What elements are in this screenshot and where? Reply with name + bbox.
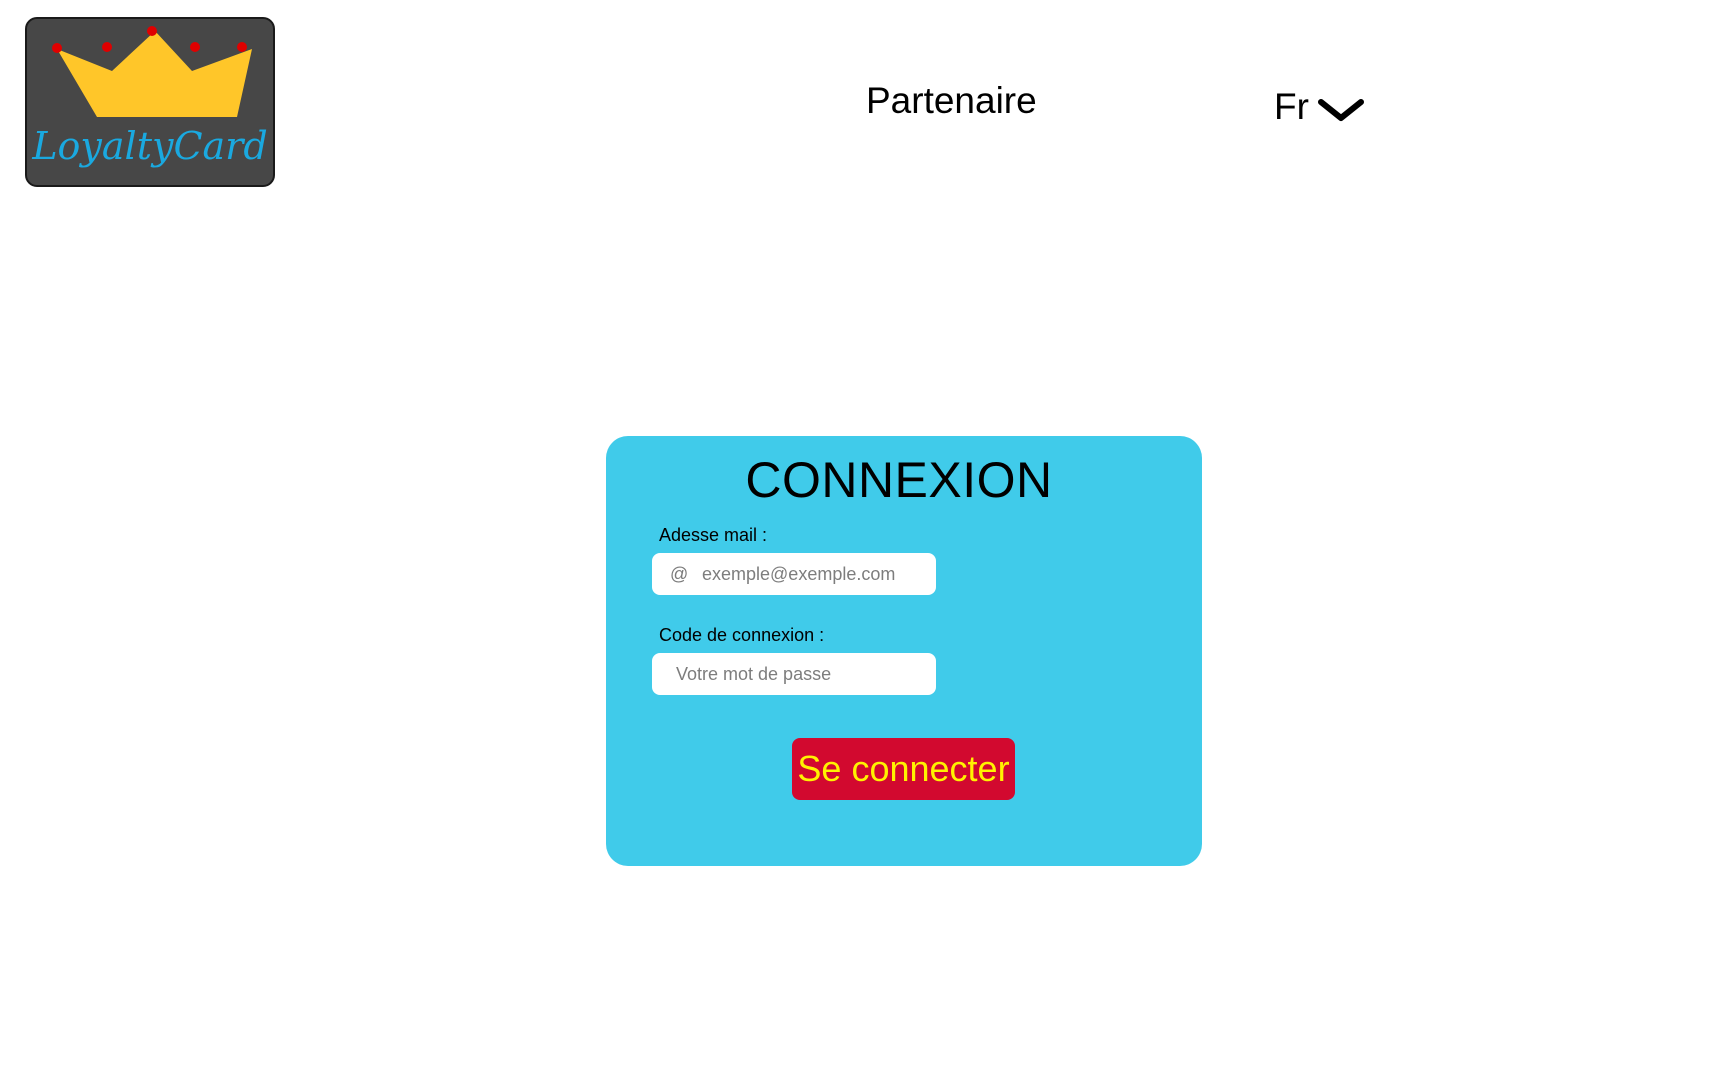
code-field-wrapper [652,653,936,695]
logo-text: LoyaltyCard [31,124,267,168]
nav-partner-link[interactable]: Partenaire [866,78,1037,124]
email-field-wrapper: @ [652,553,936,595]
password-field[interactable] [676,663,876,685]
at-icon: @ [670,563,689,584]
login-button[interactable]: Se connecter [792,738,1015,800]
code-label: Code de connexion : [659,625,825,645]
logo[interactable]: LoyaltyCard [25,17,275,187]
login-card: CONNEXION Adesse mail : @ Code de connex… [606,436,1202,866]
chevron-down-icon [1317,99,1364,121]
email-field[interactable] [702,563,902,585]
language-selector[interactable]: Fr [1274,82,1365,132]
email-label: Adesse mail : [659,525,768,545]
language-selected: Fr [1274,86,1309,127]
crown-icon [52,26,252,117]
login-title: CONNEXION [745,452,1053,508]
